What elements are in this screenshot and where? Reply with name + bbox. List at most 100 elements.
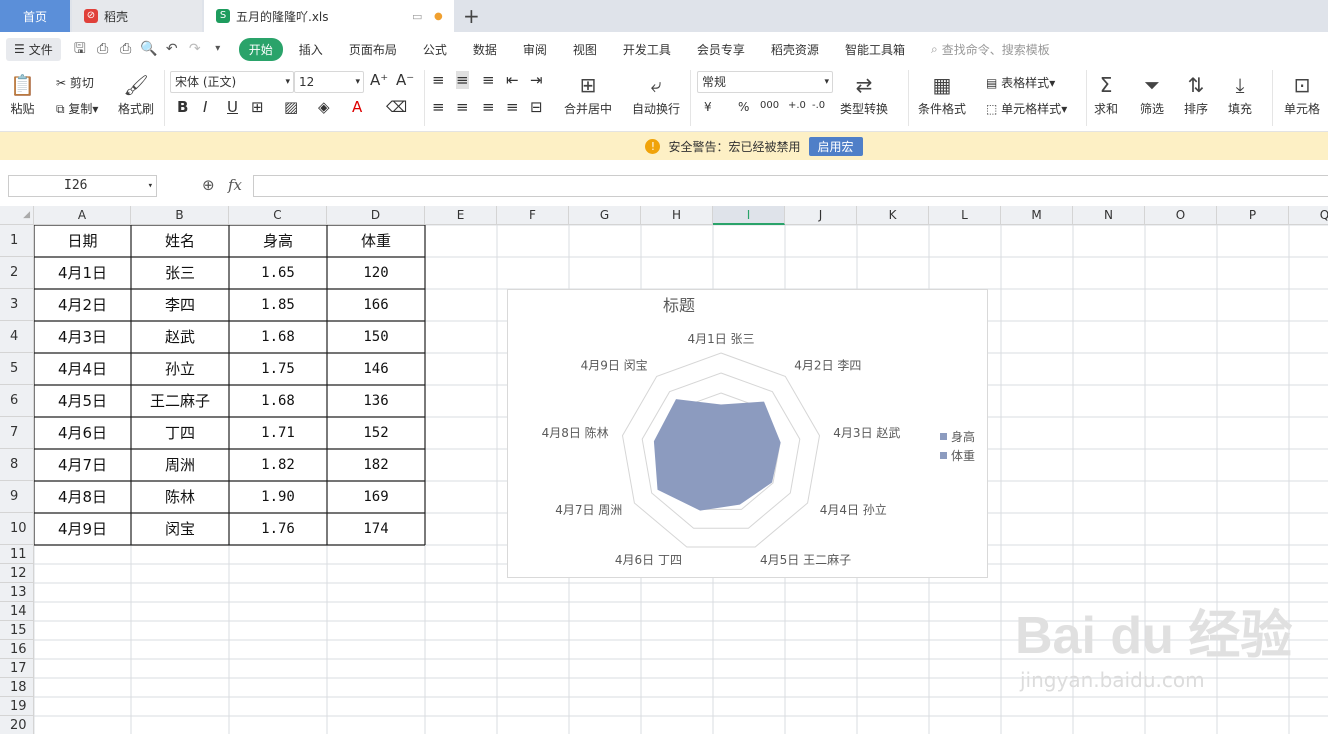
spreadsheet-grid[interactable]: A B C D E F G H I J K L M N O P Q ◢ 1 2 3 4 5 6 7 8 9 10 11 12 13 14 15… [0,206,1328,734]
column-header-b[interactable]: B [131,206,229,225]
merge-center-button[interactable]: ⊞ 合并居中 [564,70,612,117]
row-header-4[interactable]: 4 [0,321,34,353]
increase-decimal-button[interactable]: +.0 [788,100,806,111]
table-cell[interactable]: 4月3日 [34,321,131,353]
type-convert-button[interactable]: ⇄ 类型转换 [840,70,888,117]
zoom-icon[interactable]: ⊕ [202,176,215,194]
table-cell[interactable]: 4月7日 [34,449,131,481]
table-cell[interactable]: 182 [327,449,425,481]
cut-button[interactable]: ✂ 剪切 [56,74,94,91]
customize-chevron-icon[interactable]: ▾ [209,40,227,58]
enable-macro-button[interactable]: 启用宏 [808,136,863,156]
table-cell[interactable]: 152 [327,417,425,449]
row-header-9[interactable]: 9 [0,481,34,513]
row-header-6[interactable]: 6 [0,385,34,417]
print-icon[interactable]: ⎙ [117,40,135,58]
tab-spreadsheet[interactable]: S 五月的隆隆吖.xls ▭ ● [204,0,454,32]
justify-icon[interactable]: ≡ [506,98,519,116]
bold-icon[interactable]: B [177,98,188,116]
column-header-m[interactable]: M [1001,206,1073,225]
row-header-2[interactable]: 2 [0,257,34,289]
format-painter-button[interactable]: 🖌 格式刷 [118,70,154,117]
tab-view[interactable]: 视图 [573,41,597,58]
table-cell[interactable]: 1.85 [229,289,327,321]
paste-button[interactable]: 📋 粘贴 [10,70,35,117]
row-header-20[interactable]: 20 [0,716,34,734]
decrease-decimal-button[interactable]: -.0 [812,100,825,111]
column-header-p[interactable]: P [1217,206,1289,225]
wrap-text-button[interactable]: ⤶ 自动换行 [632,70,680,117]
table-cell[interactable]: 丁四 [131,417,229,449]
print-preview-icon[interactable]: 🔍 [140,40,158,58]
conditional-format-button[interactable]: ▦ 条件格式 [918,70,966,117]
align-middle-icon[interactable]: ≡ [456,71,469,89]
column-header-q[interactable]: Q [1289,206,1328,225]
row-header-19[interactable]: 19 [0,697,34,716]
select-all-corner[interactable]: ◢ [0,206,34,225]
row-header-10[interactable]: 10 [0,513,34,545]
table-cell[interactable]: 4月5日 [34,385,131,417]
file-menu-button[interactable]: ☰ 文件 [6,37,61,61]
table-cell[interactable]: 120 [327,257,425,289]
tab-insert[interactable]: 插入 [299,41,323,58]
row-header-15[interactable]: 15 [0,621,34,640]
column-header-i[interactable]: I [713,206,785,225]
align-top-icon[interactable]: ≡ [432,71,445,89]
table-cell[interactable]: 孙立 [131,353,229,385]
table-cell[interactable]: 1.68 [229,321,327,353]
table-cell[interactable]: 4月2日 [34,289,131,321]
table-cell[interactable]: 4月9日 [34,513,131,545]
fx-icon[interactable]: fx [228,176,242,194]
tab-page-layout[interactable]: 页面布局 [349,41,397,58]
row-header-3[interactable]: 3 [0,289,34,321]
radar-chart[interactable]: 标题 4月1日 张三 4月2日 李四 4月3日 赵武 4月4日 孙立 4月5日 王二麻子 4… [507,289,988,578]
column-header-o[interactable]: O [1145,206,1217,225]
thousands-button[interactable]: 000 [760,100,779,111]
column-header-j[interactable]: J [785,206,857,225]
tab-member[interactable]: 会员专享 [697,41,745,58]
indent-icon[interactable]: ⇥ [530,71,543,89]
outdent-icon[interactable]: ⇤ [506,71,519,89]
column-header-e[interactable]: E [425,206,497,225]
tab-docer-resources[interactable]: 稻壳资源 [771,41,819,58]
undo-icon[interactable]: ↶ [163,40,181,58]
underline-icon[interactable]: U [227,98,238,116]
row-header-13[interactable]: 13 [0,583,34,602]
table-header-cell[interactable]: 姓名 [131,225,229,257]
tab-review[interactable]: 审阅 [523,41,547,58]
redo-icon[interactable]: ↷ [186,40,204,58]
row-header-17[interactable]: 17 [0,659,34,678]
number-format-select[interactable]: 常规 ▾ [697,71,833,93]
column-header-c[interactable]: C [229,206,327,225]
table-cell[interactable]: 周洲 [131,449,229,481]
column-header-g[interactable]: G [569,206,641,225]
table-cell[interactable]: 张三 [131,257,229,289]
decrease-font-icon[interactable]: A⁻ [396,71,414,89]
table-cell[interactable]: 1.76 [229,513,327,545]
font-color-icon[interactable]: A [352,98,362,116]
monitor-icon[interactable]: ▭ [412,10,422,23]
table-cell[interactable]: 赵武 [131,321,229,353]
table-cell[interactable]: 146 [327,353,425,385]
table-cell[interactable]: 166 [327,289,425,321]
italic-icon[interactable]: I [203,98,207,116]
font-size-select[interactable]: 12 ▾ [294,71,364,93]
align-left-icon[interactable]: ≡ [432,98,445,116]
sum-button[interactable]: Σ 求和 [1094,70,1118,117]
save-icon[interactable]: 🖫 [71,40,89,58]
row-header-14[interactable]: 14 [0,602,34,621]
table-header-cell[interactable]: 日期 [34,225,131,257]
tab-start[interactable]: 开始 [238,37,283,61]
tab-developer[interactable]: 开发工具 [623,41,671,58]
row-header-7[interactable]: 7 [0,417,34,449]
increase-font-icon[interactable]: A⁺ [370,71,388,89]
table-cell[interactable]: 闵宝 [131,513,229,545]
table-header-cell[interactable]: 身高 [229,225,327,257]
table-cell[interactable]: 1.68 [229,385,327,417]
cell-fill-icon[interactable]: ▨ [284,98,298,116]
row-header-12[interactable]: 12 [0,564,34,583]
column-header-h[interactable]: H [641,206,713,225]
table-cell[interactable]: 4月6日 [34,417,131,449]
fill-color-icon[interactable]: ◈ [318,98,330,116]
export-pdf-icon[interactable]: ⎙ [94,40,112,58]
